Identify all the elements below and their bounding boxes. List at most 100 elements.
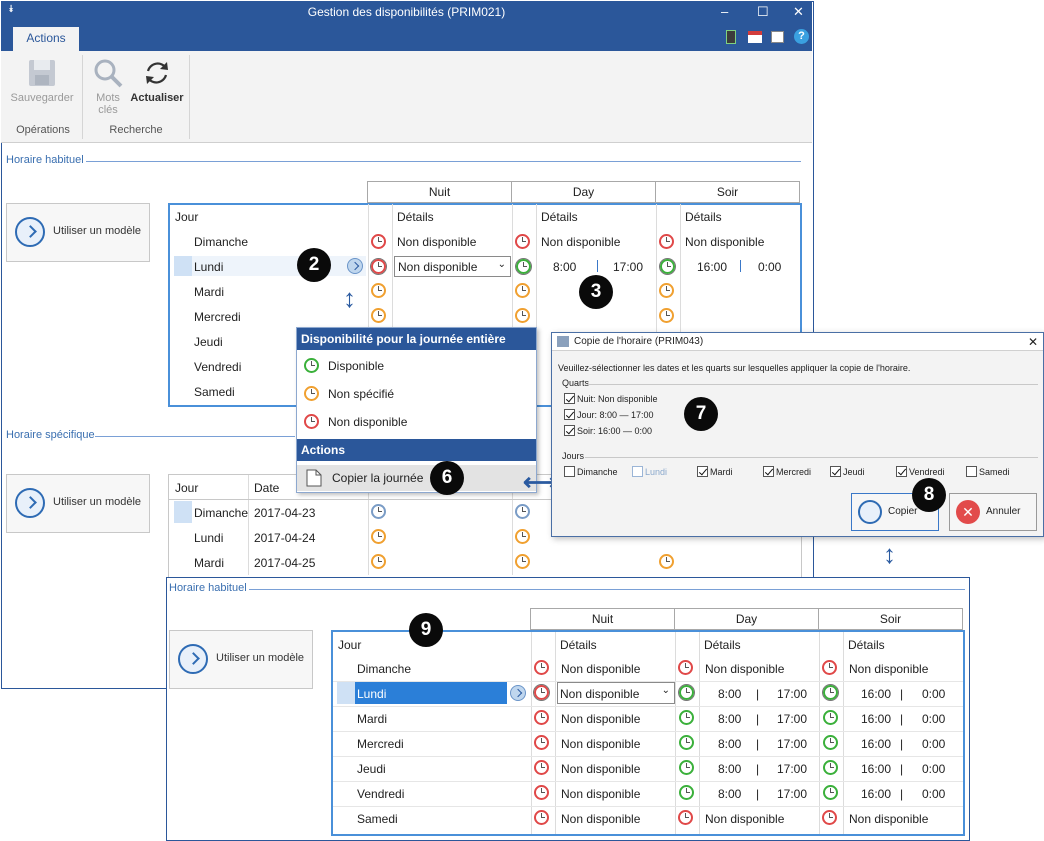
close-button[interactable]: ✕	[793, 4, 804, 20]
menu-item-non-disponible[interactable]: Non disponible	[297, 409, 536, 435]
soir-end-time[interactable]: 0:00	[922, 787, 945, 801]
checkbox-nuit[interactable]	[564, 393, 575, 404]
day-start-time[interactable]: 8:00	[718, 737, 741, 751]
help-icon[interactable]: ?	[794, 29, 809, 44]
menu-item-non-specifie[interactable]: Non spécifié	[297, 381, 536, 407]
lundi-day-end[interactable]: 17:00	[613, 260, 643, 274]
use-model-button-result[interactable]: Utiliser un modèle	[169, 630, 313, 689]
clock-icon[interactable]	[534, 760, 549, 775]
row-menu-button[interactable]	[510, 685, 526, 701]
clock-icon[interactable]	[823, 735, 838, 750]
checkbox-mardi[interactable]	[697, 466, 708, 477]
clock-icon[interactable]	[515, 283, 530, 298]
use-model-button-specific[interactable]: Utiliser un modèle	[6, 474, 150, 533]
soir-start-time[interactable]: 16:00	[861, 762, 891, 776]
clock-icon[interactable]	[823, 710, 838, 725]
checkbox-soir[interactable]	[564, 425, 575, 436]
day-start-time[interactable]: 8:00	[718, 762, 741, 776]
clock-icon[interactable]	[515, 234, 530, 249]
soir-end-time[interactable]: 0:00	[922, 712, 945, 726]
soir-end-time[interactable]: 0:00	[922, 737, 945, 751]
soir-start-time[interactable]: 16:00	[861, 687, 891, 701]
lundi-day-start[interactable]: 8:00	[553, 260, 576, 274]
clock-icon[interactable]	[371, 529, 386, 544]
checkbox-mercredi[interactable]	[763, 466, 774, 477]
use-model-button[interactable]: Utiliser un modèle	[6, 203, 150, 262]
clock-icon[interactable]	[371, 504, 386, 519]
calculator-icon[interactable]	[726, 30, 736, 44]
menu-item-copy-day[interactable]: Copier la journée	[297, 465, 536, 491]
clock-icon[interactable]	[659, 234, 674, 249]
checkbox-vendredi[interactable]	[896, 466, 907, 477]
clock-icon[interactable]	[534, 710, 549, 725]
row-selector[interactable]	[174, 501, 192, 523]
soir-end-time[interactable]: 0:00	[922, 762, 945, 776]
clock-icon[interactable]	[679, 760, 694, 775]
clock-icon[interactable]	[515, 504, 530, 519]
clock-icon[interactable]	[659, 554, 674, 569]
day-end-time[interactable]: 17:00	[777, 762, 807, 776]
clock-icon[interactable]	[515, 529, 530, 544]
details-nuit[interactable]: Non disponible	[560, 687, 639, 701]
day-start-time[interactable]: 8:00	[718, 687, 741, 701]
clock-icon[interactable]	[822, 660, 837, 675]
clock-icon[interactable]	[822, 810, 837, 825]
soir-start-time[interactable]: 16:00	[861, 787, 891, 801]
clock-icon[interactable]	[515, 258, 532, 275]
maximize-button[interactable]: ☐	[757, 4, 769, 20]
row-selector[interactable]	[174, 256, 192, 276]
menu-item-disponible[interactable]: Disponible	[297, 353, 536, 379]
clock-icon[interactable]	[534, 660, 549, 675]
lundi-soir-start[interactable]: 16:00	[697, 260, 727, 274]
checkbox-samedi[interactable]	[966, 466, 977, 477]
day-end-time[interactable]: 17:00	[777, 687, 807, 701]
clock-icon[interactable]	[515, 554, 530, 569]
clock-icon[interactable]	[823, 760, 838, 775]
clock-icon[interactable]	[679, 735, 694, 750]
clock-icon[interactable]	[659, 258, 676, 275]
checkbox-dimanche[interactable]	[564, 466, 575, 477]
cancel-button[interactable]: ✕ Annuler	[949, 493, 1037, 531]
day-end-time[interactable]: 17:00	[777, 712, 807, 726]
clock-icon[interactable]	[678, 660, 693, 675]
clock-icon[interactable]	[534, 785, 549, 800]
clock-icon[interactable]	[679, 785, 694, 800]
clock-icon[interactable]	[371, 308, 386, 323]
minimize-button[interactable]: –	[721, 4, 728, 19]
tab-actions[interactable]: Actions	[13, 27, 79, 51]
dialog-close-icon[interactable]: ✕	[1028, 333, 1038, 351]
clock-icon[interactable]	[533, 684, 550, 701]
day-start-time[interactable]: 8:00	[718, 712, 741, 726]
clock-icon[interactable]	[370, 258, 387, 275]
soir-start-time[interactable]: 16:00	[861, 737, 891, 751]
day-end-time[interactable]: 17:00	[777, 787, 807, 801]
soir-end-time[interactable]: 0:00	[922, 687, 945, 701]
clock-icon[interactable]	[678, 810, 693, 825]
clock-icon[interactable]	[679, 710, 694, 725]
calendar-icon[interactable]	[748, 31, 762, 43]
clock-icon[interactable]	[659, 308, 674, 323]
row-menu-button[interactable]	[347, 258, 363, 274]
soir-start-time[interactable]: 16:00	[861, 712, 891, 726]
clock-icon[interactable]	[659, 283, 674, 298]
clock-icon[interactable]	[823, 785, 838, 800]
clock-icon[interactable]	[371, 234, 386, 249]
save-button[interactable]: Sauvegarder	[9, 57, 75, 104]
clock-icon[interactable]	[678, 684, 695, 701]
refresh-button[interactable]: Actualiser	[129, 57, 185, 104]
checkbox-jour[interactable]	[564, 409, 575, 420]
row-selector[interactable]	[337, 682, 355, 704]
clock-icon[interactable]	[371, 283, 386, 298]
checkbox-jeudi[interactable]	[830, 466, 841, 477]
clock-icon[interactable]	[371, 554, 386, 569]
clock-icon[interactable]	[534, 810, 549, 825]
day-start-time[interactable]: 8:00	[718, 787, 741, 801]
clock-icon[interactable]	[822, 684, 839, 701]
clock-icon[interactable]	[534, 735, 549, 750]
availability-dropdown[interactable]: Non disponible ⌄	[394, 256, 511, 277]
lock-icon[interactable]	[771, 31, 784, 43]
day-end-time[interactable]: 17:00	[777, 737, 807, 751]
lundi-soir-end[interactable]: 0:00	[758, 260, 781, 274]
keywords-button[interactable]: Mots clés	[87, 57, 129, 116]
clock-icon[interactable]	[515, 308, 530, 323]
